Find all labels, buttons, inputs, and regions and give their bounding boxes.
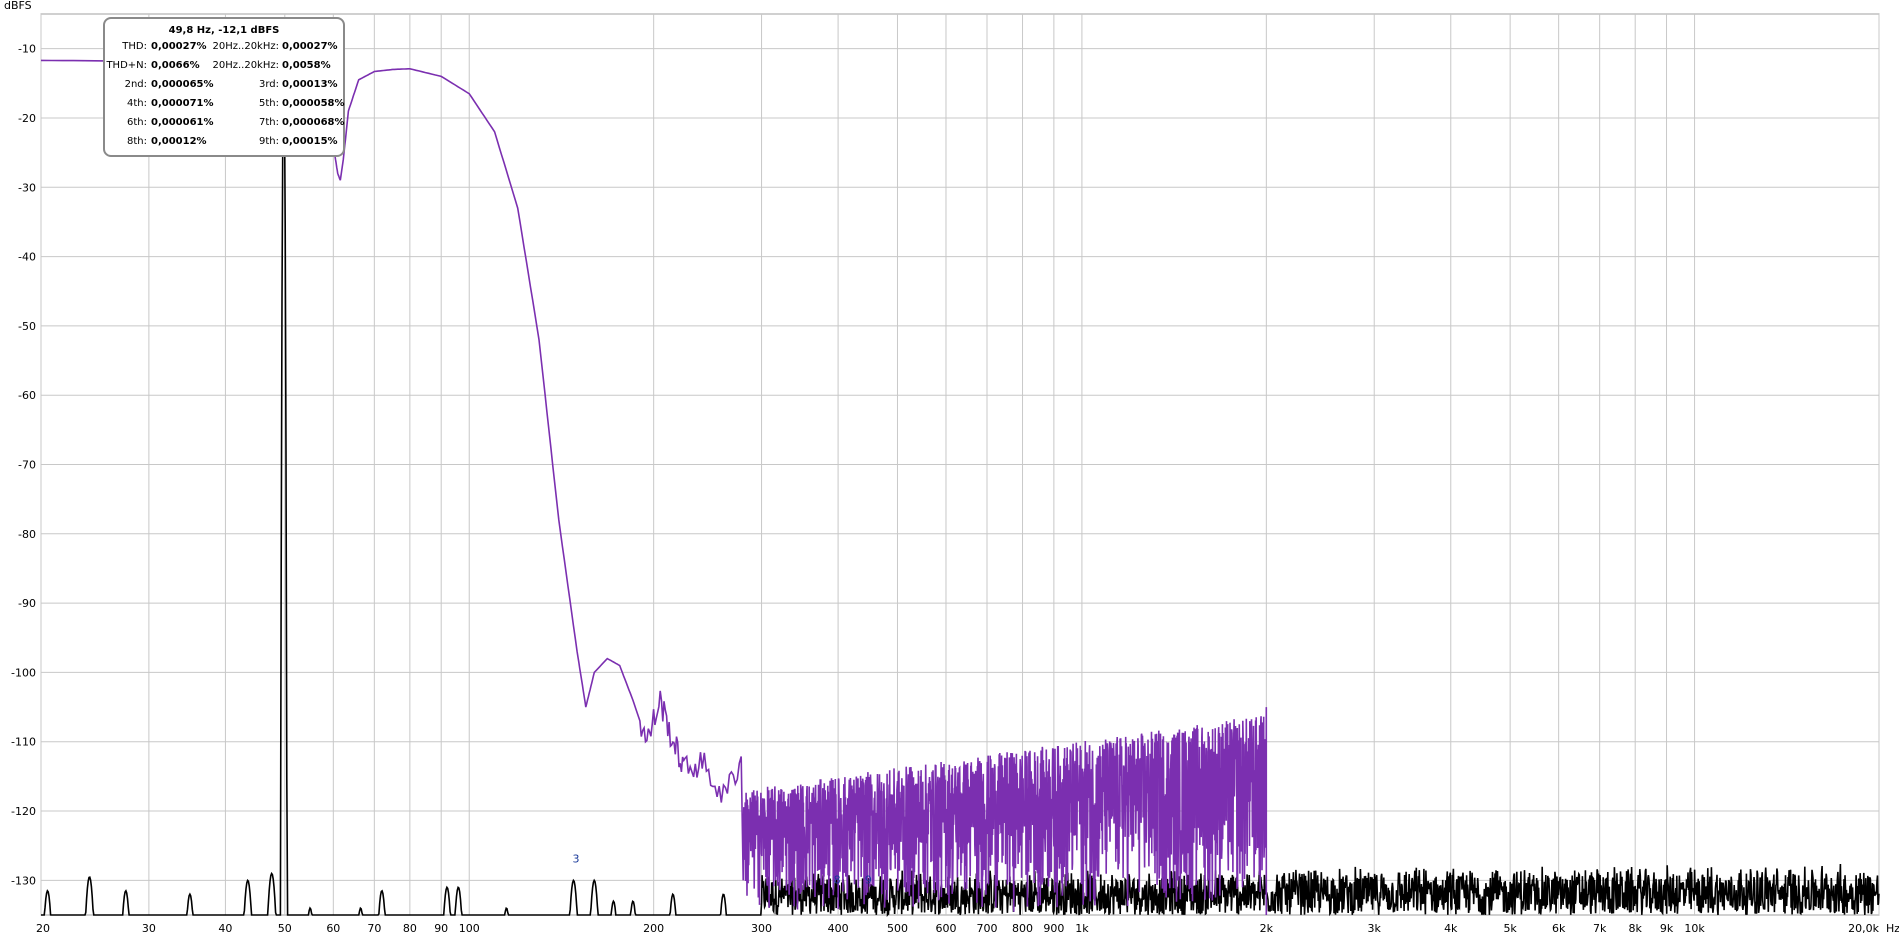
y-tick-label: -100 [11,666,36,679]
x-tick-label: 70 [367,922,381,935]
tooltip-value: 0,000071% [151,98,214,109]
tooltip-label: 2nd: [124,79,147,90]
tooltip-label: 4th: [127,98,147,109]
y-axis-unit-label: dBFS [4,0,32,12]
x-tick-label: 3k [1368,922,1382,935]
tooltip-label: 6th: [127,117,147,128]
tooltip-row-thd: THD: 0,00027% 20Hz..20kHz: 0,00027% [105,41,345,57]
y-tick-label: -110 [11,736,36,749]
x-tick-label: 800 [1012,922,1033,935]
tooltip-label: 9th: [259,136,279,147]
x-tick-label: 700 [976,922,997,935]
tooltip-label: 8th: [127,136,147,147]
y-tick-label: -120 [11,805,36,818]
x-tick-label: 900 [1043,922,1064,935]
x-tick-label: 400 [828,922,849,935]
harmonic-marker: 9 [865,873,872,886]
x-tick-label: 20 [36,922,50,935]
tooltip-label: THD: [122,41,147,52]
harmonic-marker: 8 [834,873,841,886]
x-tick-label: 90 [434,922,448,935]
y-tick-label: -20 [18,112,36,125]
tooltip-row-harmonics-8-9: 8th: 0,00012% 9th: 0,00015% [105,136,345,152]
tooltip-value: 0,000061% [151,117,214,128]
x-tick-label: 8k [1629,922,1643,935]
x-tick-label: 60 [326,922,340,935]
tooltip-value: 0,000068% [282,117,345,128]
tooltip-label: 20Hz..20kHz: [212,41,279,52]
x-tick-label: 30 [142,922,156,935]
x-tick-label: 100 [459,922,480,935]
y-tick-label: -130 [11,874,36,887]
y-tick-label: -10 [18,43,36,56]
x-tick-label: 10k [1684,922,1705,935]
x-tick-label: 300 [751,922,772,935]
tooltip-label: THD+N: [106,60,147,71]
tooltip-value: 0,000065% [151,79,214,90]
tooltip-label: 20Hz..20kHz: [212,60,279,71]
tooltip-row-harmonics-6-7: 6th: 0,000061% 7th: 0,000068% [105,117,345,133]
x-tick-label: 4k [1444,922,1458,935]
x-tick-label: 200 [643,922,664,935]
x-tick-label: 20,0k [1848,922,1879,935]
x-tick-label: 9k [1660,922,1674,935]
x-tick-label: 1k [1075,922,1089,935]
y-axis: -10 -20 -30 -40 -50 -60 -70 -80 -90 -100 -110 -120 -… [11,43,36,888]
tooltip-label: 7th: [259,117,279,128]
x-axis-unit-label: Hz [1886,922,1899,935]
x-tick-label: 500 [887,922,908,935]
x-tick-label: 40 [218,922,232,935]
tooltip-value: 0,000058% [282,98,345,109]
tooltip-label: 5th: [259,98,279,109]
tooltip-title: 49,8 Hz, -12,1 dBFS [168,25,280,36]
tooltip-value: 0,0058% [282,60,331,71]
x-tick-label: 600 [935,922,956,935]
tooltip-row-thdn: THD+N: 0,0066% 20Hz..20kHz: 0,0058% [105,60,345,76]
tooltip-row-harmonics-4-5: 4th: 0,000071% 5th: 0,000058% [105,98,345,114]
tooltip-label: 3rd: [258,79,279,90]
x-tick-label: 50 [278,922,292,935]
tooltip-value: 0,0066% [151,60,200,71]
y-tick-label: -60 [18,389,36,402]
tooltip-value: 0,00027% [151,41,207,52]
tooltip-value: 0,00013% [282,79,338,90]
tooltip-value: 0,00015% [282,136,338,147]
tooltip-value: 0,00012% [151,136,207,147]
x-tick-label: 7k [1593,922,1607,935]
tooltip-row-harmonics-2-3: 2nd: 0,000065% 3rd: 0,00013% [105,79,345,95]
measurement-tooltip: 49,8 Hz, -12,1 dBFS THD: 0,00027% 20Hz..… [103,17,345,157]
y-tick-label: -30 [18,181,36,194]
y-tick-label: -90 [18,597,36,610]
x-axis: 20 30 40 50 60 70 80 90 100 200 300 400 500 600 700 800… [36,922,1880,935]
x-tick-label: 2k [1260,922,1274,935]
y-tick-label: -80 [18,528,36,541]
x-tick-label: 80 [403,922,417,935]
x-tick-label: 6k [1552,922,1566,935]
y-tick-label: -40 [18,251,36,264]
harmonic-marker: 3 [573,852,580,865]
y-tick-label: -70 [18,459,36,472]
x-tick-label: 5k [1503,922,1517,935]
y-tick-label: -50 [18,320,36,333]
tooltip-value: 0,00027% [282,41,338,52]
